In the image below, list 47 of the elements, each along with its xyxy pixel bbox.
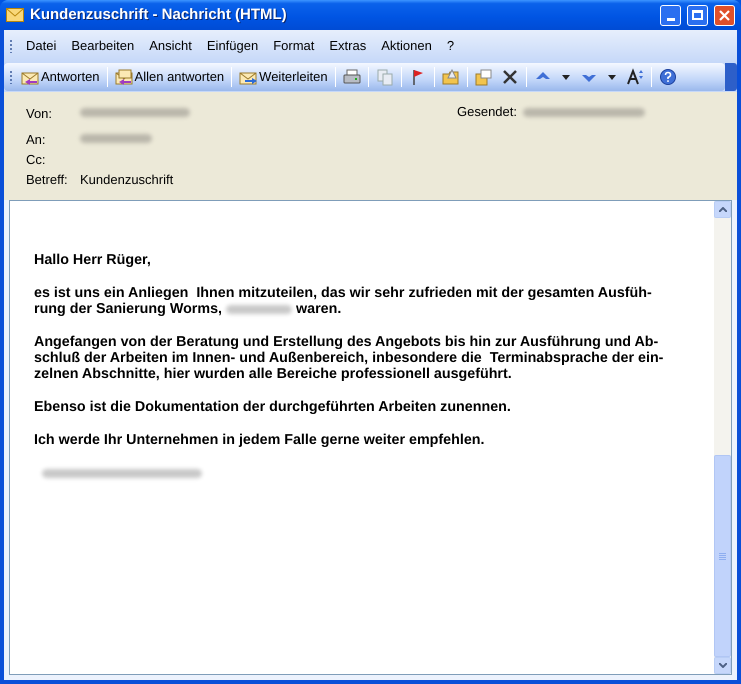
field-label: An: xyxy=(26,131,47,149)
scroll-thumb[interactable] xyxy=(714,455,731,657)
text-line: es ist uns ein Anliegen Ihnen mitzuteilen, das wir sehr zufrieden mit der gesamten Ausfüh- xyxy=(34,285,653,301)
envelope-icon xyxy=(114,68,133,86)
text-line: Angefangen von der Beratung und Erstellung des Angebots bis hin zur Ausführung und Ab- xyxy=(34,334,660,350)
text-line: rung der Sanierung Worms, xyxy=(34,301,222,317)
delete-icon[interactable] xyxy=(500,68,519,86)
menu-item[interactable]: ? xyxy=(440,34,462,58)
font-size-icon[interactable] xyxy=(626,68,644,86)
printer-icon[interactable] xyxy=(342,68,361,86)
scroll-up-button[interactable] xyxy=(714,201,731,218)
field-value: Kundenzuschrift xyxy=(80,171,174,189)
field-label: Von: xyxy=(26,105,54,123)
move-to-folder-icon[interactable] xyxy=(474,68,493,86)
minimize-button[interactable] xyxy=(660,4,681,26)
scrollbar[interactable] xyxy=(714,201,731,674)
envelope-icon xyxy=(6,8,24,22)
menu-item[interactable]: Datei xyxy=(19,34,64,58)
toolbar-button[interactable]: Allen antworten xyxy=(112,65,228,89)
folder-icon[interactable] xyxy=(442,68,460,86)
text-line: Hallo Herr Rüger, xyxy=(34,252,152,268)
redacted-text xyxy=(80,134,152,143)
help-icon[interactable] xyxy=(658,68,677,86)
menu-item[interactable]: Ansicht xyxy=(142,34,199,58)
field-label: Betreff: xyxy=(26,171,69,189)
toolbar-button[interactable]: Weiterleiten xyxy=(236,65,331,89)
text-line: Ich werde Ihr Unternehmen in jedem Falle gerne weiter empfehlen. xyxy=(34,432,486,448)
menu-item[interactable]: Aktionen xyxy=(374,34,439,58)
text-line: waren. xyxy=(296,301,342,317)
menu-item[interactable]: Format xyxy=(266,34,322,58)
text-line: Ebenso ist die Dokumentation der durchgeführten Arbeiten zunennen. xyxy=(34,399,512,415)
text-line: zelnen Abschnitte, hier wurden alle Bereiche professionell ausgeführt. xyxy=(34,366,513,382)
chevron-up-icon xyxy=(718,207,726,212)
text-line: schluß der Arbeiten im Innen- und Außenbereich, inbesondere die Terminabsprache der ein- xyxy=(34,350,664,366)
redacted-text xyxy=(226,304,292,314)
menu-item[interactable]: Extras xyxy=(322,34,374,58)
close-button[interactable] xyxy=(714,4,735,26)
window-title: Kundenzuschrift - Nachricht (HTML) xyxy=(30,4,288,25)
field-label: Cc: xyxy=(26,151,46,169)
menu-item[interactable]: Bearbeiten xyxy=(64,34,142,58)
menu-item[interactable]: Einfügen xyxy=(200,34,266,58)
maximize-button[interactable] xyxy=(687,4,708,26)
field-label: Gesendet: xyxy=(457,103,518,122)
toolbar-button[interactable]: Antworten xyxy=(18,65,103,89)
close-icon xyxy=(719,10,730,20)
scroll-down-button[interactable] xyxy=(714,657,731,674)
chevron-down-icon xyxy=(718,663,726,668)
